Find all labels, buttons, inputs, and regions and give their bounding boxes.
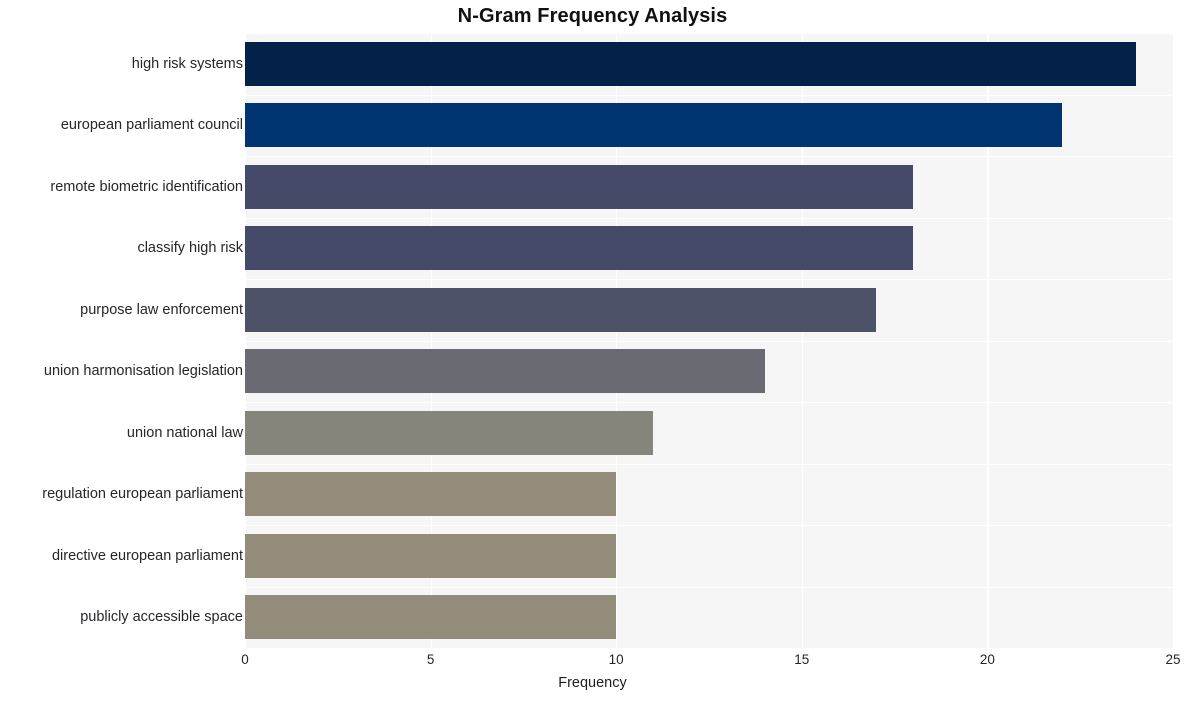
x-axis-tick-label: 0 bbox=[241, 652, 249, 667]
y-axis-tick-label: purpose law enforcement bbox=[80, 301, 243, 318]
gridline-horizontal bbox=[245, 648, 1173, 650]
y-axis-tick-label: publicly accessible space bbox=[80, 609, 243, 626]
chart-title: N-Gram Frequency Analysis bbox=[457, 5, 728, 27]
x-axis-tick-label: 10 bbox=[608, 652, 624, 667]
x-axis-title: Frequency bbox=[558, 675, 627, 691]
chart-figure: N-Gram Frequency Analysis high risk syst… bbox=[0, 0, 1185, 701]
x-axis-tick-label: 20 bbox=[979, 652, 995, 667]
x-axis-tick-label: 5 bbox=[426, 652, 435, 667]
y-axis-tick-label: regulation european parliament bbox=[42, 486, 243, 503]
y-axis-tick-label: union national law bbox=[126, 424, 243, 441]
x-axis-tick-label: 15 bbox=[794, 652, 810, 667]
y-axis-tick-label: classify high risk bbox=[137, 240, 243, 257]
y-axis-tick-label: remote biometric identification bbox=[50, 178, 243, 195]
y-axis-tick-labels: high risk systems european parliament cou… bbox=[0, 33, 1185, 648]
y-axis-tick-label: union harmonisation legislation bbox=[43, 363, 243, 380]
y-axis-tick-label: high risk systems bbox=[131, 55, 243, 72]
x-axis-tick-label: 25 bbox=[1165, 652, 1181, 667]
y-axis-tick-label: directive european parliament bbox=[51, 547, 243, 564]
y-axis-tick-label: european parliament council bbox=[60, 117, 243, 134]
